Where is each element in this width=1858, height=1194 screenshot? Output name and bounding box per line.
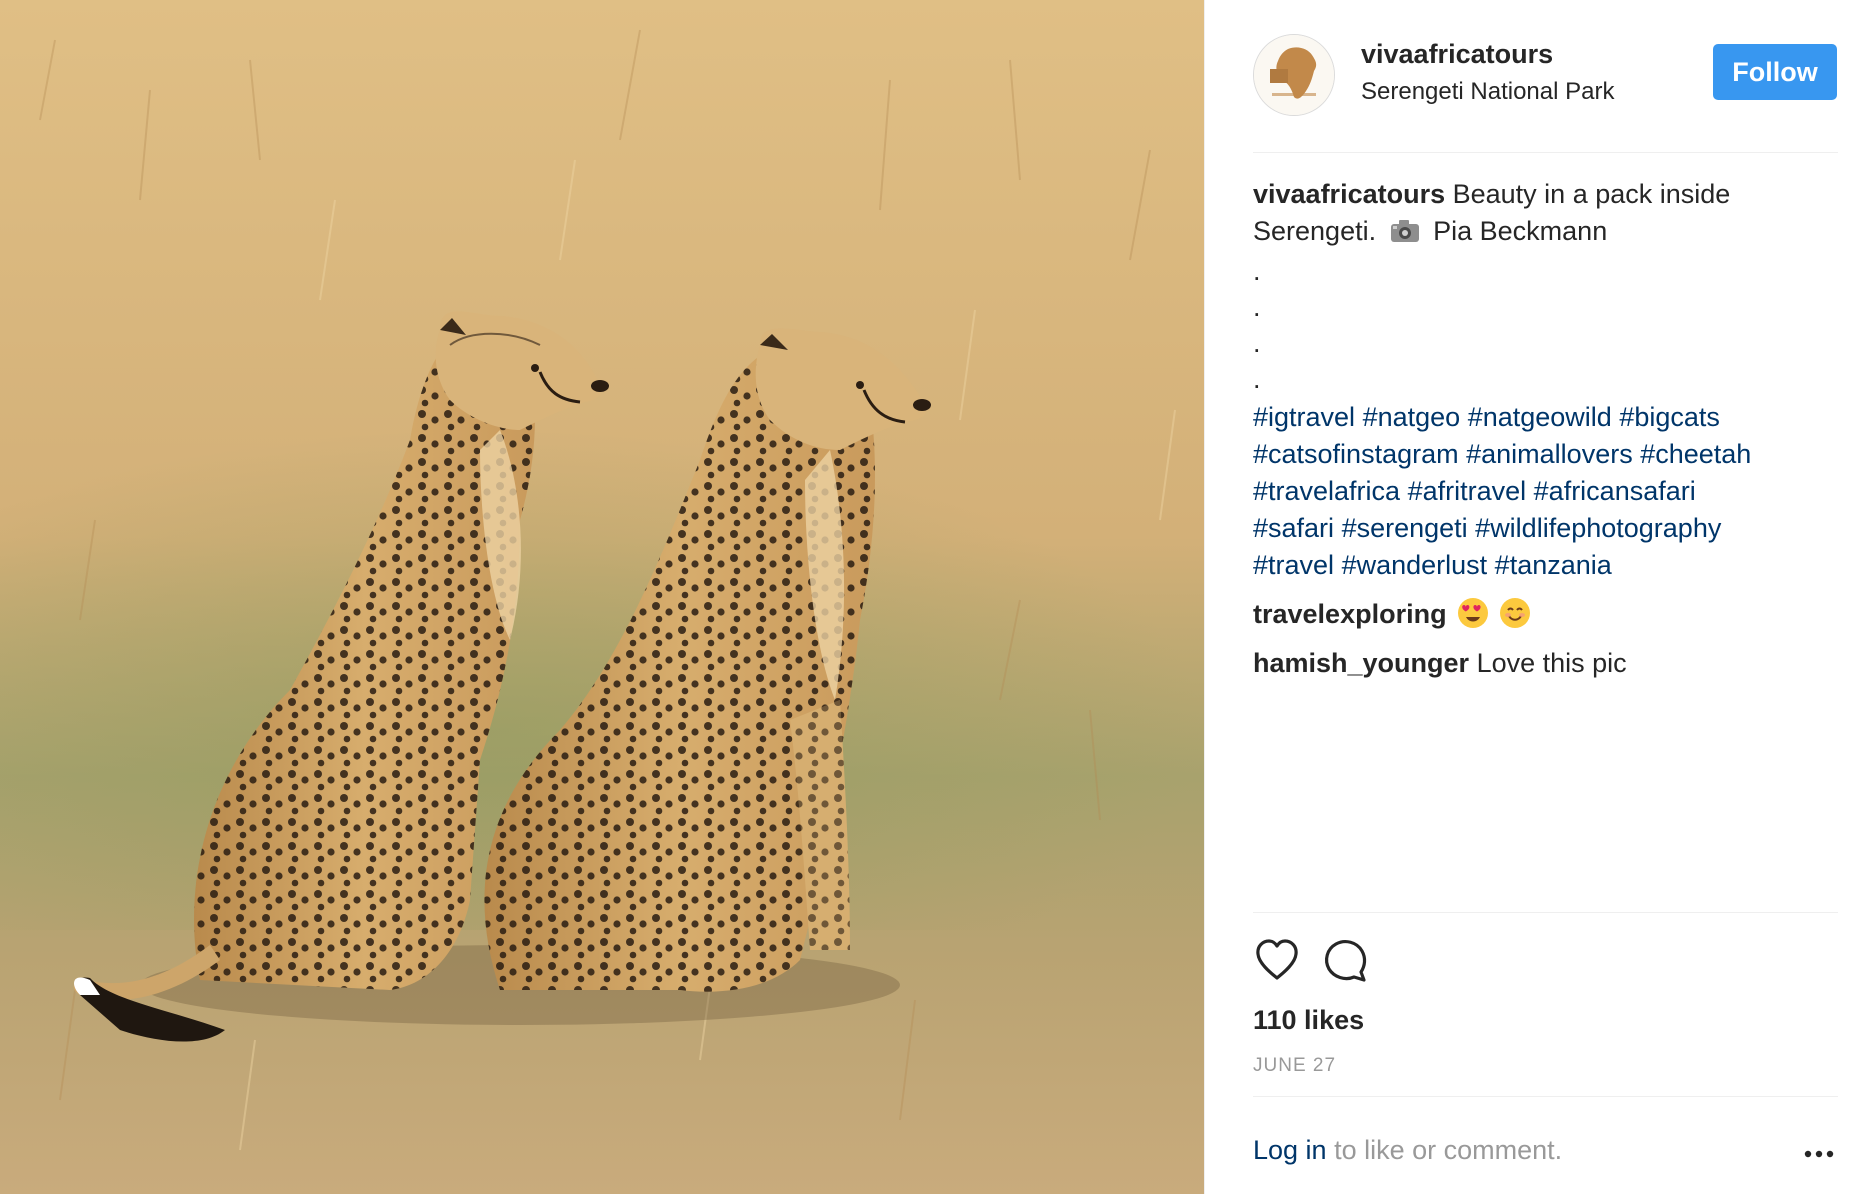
smiling-emoji-icon [1499,598,1530,628]
hashtag-link[interactable]: #igtravel [1253,402,1355,432]
caption-text-line1: Beauty in a pack inside [1452,179,1731,209]
hashtag-link[interactable]: #tanzania [1495,550,1612,580]
hashtag-link[interactable]: #bigcats [1619,402,1720,432]
africa-logo-icon [1254,35,1334,115]
more-options-icon [1804,1150,1834,1158]
hashtag-link[interactable]: #africansafari [1534,476,1696,506]
header-username[interactable]: vivaafricatours [1361,36,1553,72]
comment-icon [1325,940,1367,982]
hashtag-link[interactable]: #serengeti [1342,513,1468,543]
caption-dot: . [1253,256,1261,286]
hashtag-link[interactable]: #natgeo [1363,402,1461,432]
caption-dot: . [1253,328,1261,358]
comment-item: travelexploring [1253,596,1823,633]
post-photo[interactable] [0,0,1204,1194]
actions-divider [1253,912,1838,913]
likes-count[interactable]: 110 likes [1253,1002,1364,1038]
comment-button[interactable] [1321,936,1369,984]
login-prompt-text: to like or comment. [1326,1135,1563,1165]
hashtag-link[interactable]: #animallovers [1466,439,1633,469]
avatar[interactable] [1253,34,1335,116]
post-date[interactable]: JUNE 27 [1253,1052,1336,1080]
header-divider [1253,152,1838,153]
comment-username[interactable]: hamish_younger [1253,648,1469,678]
caption-username[interactable]: vivaafricatours [1253,179,1445,209]
post-side-panel: vivaafricatours Serengeti National Park … [1205,0,1858,1194]
login-prompt: Log in to like or comment. [1253,1132,1562,1168]
heart-icon [1256,939,1298,980]
hashtag-link[interactable]: #afritravel [1408,476,1527,506]
comment-item: hamish_younger Love this pic [1253,645,1823,682]
hashtag-link[interactable]: #natgeowild [1468,402,1612,432]
comments-list: vivaafricatours Beauty in a pack inside … [1253,176,1823,682]
caption: vivaafricatours Beauty in a pack inside … [1253,176,1823,584]
hashtag-link[interactable]: #safari [1253,513,1334,543]
login-link[interactable]: Log in [1253,1135,1327,1165]
footer-divider [1253,1096,1838,1097]
caption-hashtags: #igtravel #natgeo #natgeowild #bigcats #… [1253,399,1823,584]
caption-text-line2a: Serengeti. [1253,216,1377,246]
comment-username[interactable]: travelexploring [1253,599,1447,629]
hashtag-link[interactable]: #travelafrica [1253,476,1400,506]
hashtag-link[interactable]: #wanderlust [1342,550,1488,580]
hashtag-link[interactable]: #cheetah [1640,439,1751,469]
post-header: vivaafricatours Serengeti National Park … [1205,0,1858,152]
hashtag-link[interactable]: #catsofinstagram [1253,439,1459,469]
hashtag-link[interactable]: #travel [1253,550,1334,580]
caption-dot: . [1253,292,1261,322]
cheetahs-photo [0,0,1204,1194]
like-button[interactable] [1253,936,1301,984]
follow-button[interactable]: Follow [1713,44,1837,100]
hashtag-link[interactable]: #wildlifephotography [1475,513,1721,543]
caption-credit: Pia Beckmann [1433,216,1608,246]
comment-text: Love this pic [1476,648,1627,678]
heart-eyes-emoji-icon [1458,598,1489,628]
camera-icon [1390,216,1420,253]
caption-dot: . [1253,364,1261,394]
more-options-button[interactable] [1799,1140,1839,1168]
post-location[interactable]: Serengeti National Park [1361,76,1614,108]
